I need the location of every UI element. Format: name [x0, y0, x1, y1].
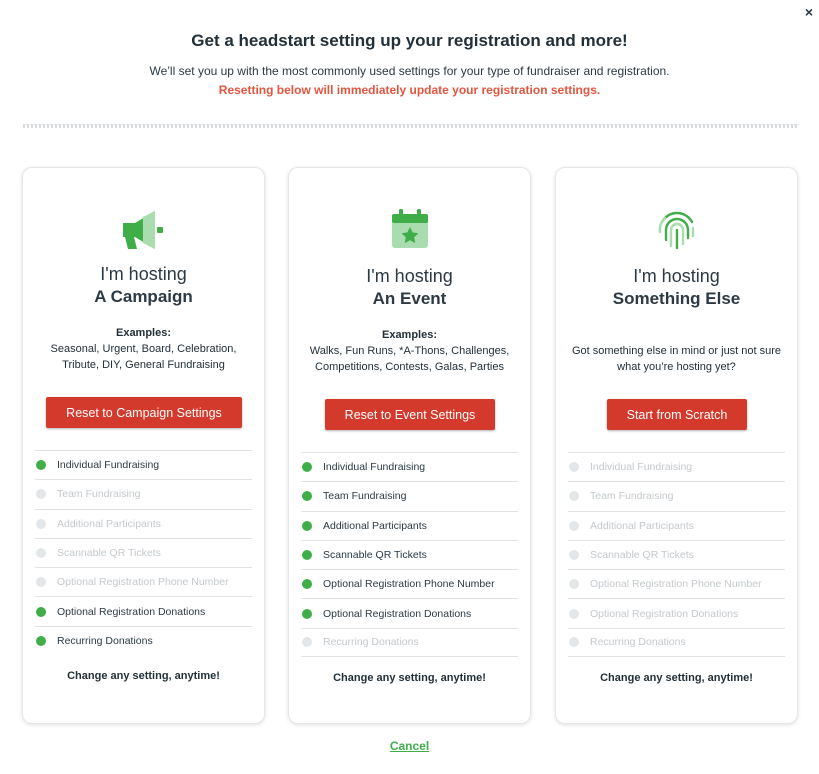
card-hosting-label: I'm hosting	[633, 266, 720, 286]
feature-label: Scannable QR Tickets	[57, 547, 161, 560]
reset-event-button[interactable]: Reset to Event Settings	[325, 399, 495, 430]
feature-label: Additional Participants	[323, 519, 427, 532]
card-kind-title: A Campaign	[94, 287, 193, 306]
feature-label: Additional Participants	[590, 519, 694, 532]
list-item: Optional Registration Phone Number	[35, 567, 252, 596]
feature-label: Scannable QR Tickets	[323, 549, 427, 562]
list-item: Recurring Donations	[35, 625, 252, 655]
feature-label: Optional Registration Phone Number	[323, 578, 495, 591]
examples-label: Examples:	[115, 327, 172, 339]
description-text: Got something else in mind or just not s…	[571, 345, 782, 373]
feature-label: Optional Registration Phone Number	[57, 576, 229, 589]
status-dot	[36, 489, 46, 500]
list-item: Optional Registration Phone Number	[301, 569, 518, 598]
close-icon[interactable]: ×	[802, 4, 816, 20]
examples-label: Examples:	[381, 329, 438, 341]
cancel-link[interactable]: Cancel	[0, 739, 819, 753]
start-from-scratch-button[interactable]: Start from Scratch	[607, 399, 747, 430]
card-hosting-label: I'm hosting	[100, 264, 187, 284]
status-dot	[36, 460, 46, 471]
status-dot	[36, 606, 46, 617]
feature-label: Recurring Donations	[323, 636, 419, 649]
feature-label: Optional Registration Donations	[323, 607, 472, 620]
feature-label: Recurring Donations	[590, 636, 686, 649]
status-dot	[569, 637, 579, 648]
section-divider	[23, 124, 799, 128]
examples-text: Walks, Fun Runs, *A-Thons, Challenges, C…	[309, 345, 510, 373]
list-item: Team Fundraising	[301, 481, 518, 510]
list-item: Individual Fundraising	[301, 452, 518, 481]
feature-label: Scannable QR Tickets	[590, 549, 694, 562]
feature-label: Recurring Donations	[57, 634, 153, 647]
list-item: Additional Participants	[35, 508, 252, 538]
status-dot	[36, 548, 46, 559]
modal-subtitle: We’ll set you up with the most commonly …	[149, 64, 670, 78]
change-anytime-note: Change any setting, anytime!	[333, 672, 486, 684]
something-else-feature-list: Individual Fundraising Team Fundraising …	[568, 452, 785, 658]
status-dot	[569, 491, 579, 502]
list-item: Optional Registration Donations	[568, 598, 785, 627]
reset-warning: Resetting below will immediately update …	[218, 83, 601, 97]
list-item: Additional Participants	[568, 510, 785, 540]
list-item: Team Fundraising	[35, 479, 252, 508]
status-dot	[302, 608, 312, 619]
examples-text: Seasonal, Urgent, Board, Celebration, Tr…	[50, 343, 237, 371]
reset-campaign-button[interactable]: Reset to Campaign Settings	[46, 397, 242, 428]
list-item: Scannable QR Tickets	[35, 537, 252, 567]
list-item: Individual Fundraising	[568, 452, 785, 481]
feature-label: Optional Registration Donations	[57, 605, 206, 618]
event-card: I'm hosting An Event Examples: Walks, Fu…	[288, 167, 531, 724]
card-hosting-label: I'm hosting	[366, 266, 453, 286]
status-dot	[36, 518, 46, 529]
feature-label: Individual Fundraising	[590, 461, 693, 474]
change-anytime-note: Change any setting, anytime!	[67, 670, 220, 682]
feature-label: Additional Participants	[57, 517, 161, 530]
status-dot	[569, 520, 579, 531]
change-anytime-note: Change any setting, anytime!	[600, 672, 753, 684]
feature-label: Team Fundraising	[57, 488, 141, 501]
feature-label: Team Fundraising	[323, 490, 407, 503]
list-item: Scannable QR Tickets	[301, 539, 518, 569]
fingerprint-icon	[556, 208, 797, 250]
list-item: Optional Registration Donations	[35, 596, 252, 625]
feature-label: Individual Fundraising	[57, 459, 160, 472]
list-item: Individual Fundraising	[35, 450, 252, 479]
status-dot	[302, 550, 312, 561]
campaign-feature-list: Individual Fundraising Team Fundraising …	[35, 450, 252, 655]
list-item: Scannable QR Tickets	[568, 539, 785, 569]
status-dot	[569, 462, 579, 473]
calendar-star-icon	[289, 209, 530, 249]
list-item: Optional Registration Phone Number	[568, 569, 785, 598]
feature-label: Team Fundraising	[590, 490, 674, 503]
feature-label: Optional Registration Donations	[590, 607, 739, 620]
something-else-card: I'm hosting Something Else Got something…	[555, 167, 798, 724]
status-dot	[302, 462, 312, 473]
status-dot	[302, 491, 312, 502]
list-item: Optional Registration Donations	[301, 598, 518, 627]
status-dot	[302, 579, 312, 590]
feature-label: Optional Registration Phone Number	[590, 578, 762, 591]
status-dot	[569, 550, 579, 561]
list-item: Team Fundraising	[568, 481, 785, 510]
card-kind-title: An Event	[372, 289, 447, 308]
status-dot	[302, 520, 312, 531]
megaphone-icon	[23, 209, 264, 251]
status-dot	[36, 635, 46, 646]
status-dot	[569, 579, 579, 590]
status-dot	[302, 637, 312, 648]
list-item: Recurring Donations	[568, 627, 785, 658]
modal-title: Get a headstart setting up your registra…	[191, 31, 628, 50]
card-kind-title: Something Else	[612, 289, 741, 308]
status-dot	[36, 577, 46, 588]
list-item: Additional Participants	[301, 510, 518, 540]
event-feature-list: Individual Fundraising Team Fundraising …	[301, 452, 518, 658]
list-item: Recurring Donations	[301, 627, 518, 658]
campaign-card: I'm hosting A Campaign Examples: Seasona…	[22, 167, 265, 724]
feature-label: Individual Fundraising	[323, 461, 426, 474]
status-dot	[569, 608, 579, 619]
